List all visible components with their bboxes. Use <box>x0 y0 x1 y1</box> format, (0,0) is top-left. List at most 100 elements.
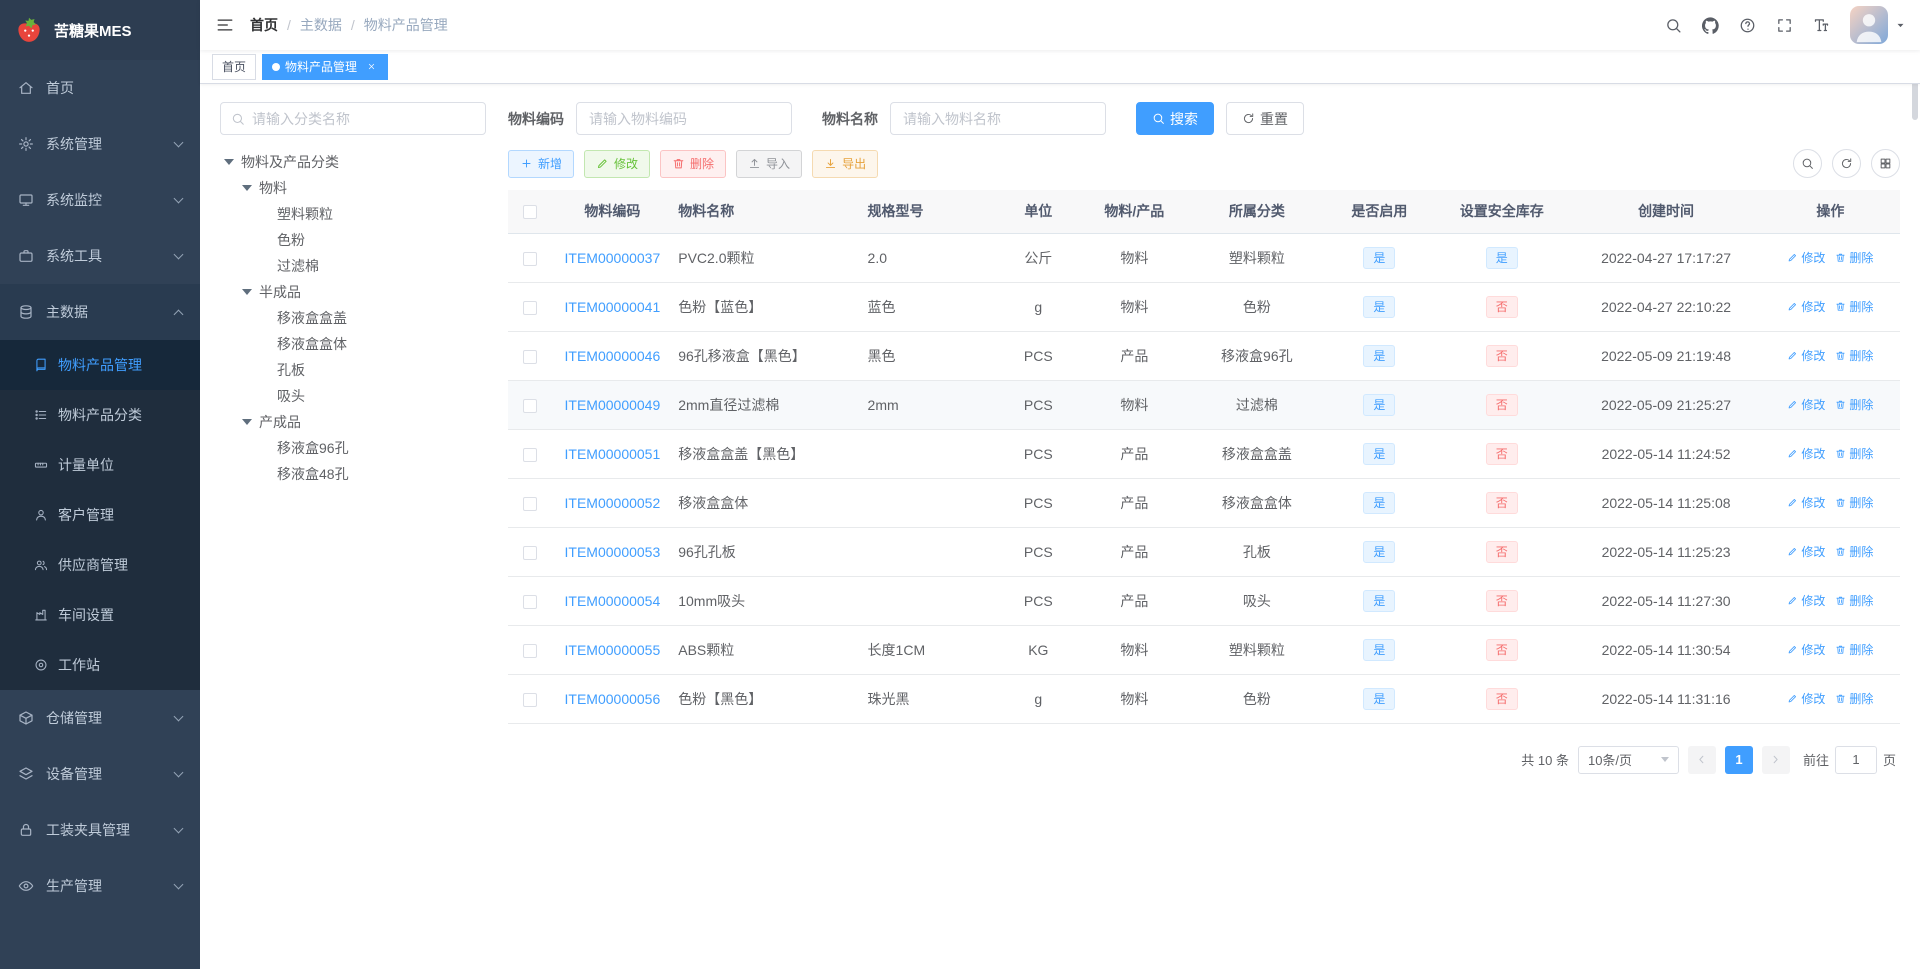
material-code-input[interactable] <box>576 102 792 135</box>
column-settings-button[interactable] <box>1871 149 1900 178</box>
sidebar-item-device-mgmt[interactable]: 设备管理 <box>0 746 200 802</box>
caret-down-icon[interactable] <box>242 185 252 191</box>
breadcrumb-master-data[interactable]: 主数据 <box>300 15 342 35</box>
delete-row-link[interactable]: 删除 <box>1835 445 1873 462</box>
tree-node[interactable]: 孔板 <box>220 357 486 383</box>
row-checkbox[interactable] <box>523 692 538 707</box>
caret-down-icon[interactable] <box>242 289 252 295</box>
sidebar-item-system-mgmt[interactable]: 系统管理 <box>0 116 200 172</box>
row-checkbox[interactable] <box>523 398 538 413</box>
sidebar-item-production-mgmt[interactable]: 生产管理 <box>0 858 200 914</box>
material-code-link[interactable]: ITEM00000053 <box>565 544 661 560</box>
delete-row-link[interactable]: 删除 <box>1835 347 1873 364</box>
tree-node[interactable]: 移液盒48孔 <box>220 461 486 487</box>
row-checkbox[interactable] <box>523 496 538 511</box>
row-checkbox[interactable] <box>523 545 538 560</box>
sidebar-item-system-tools[interactable]: 系统工具 <box>0 228 200 284</box>
tag-material-product-mgmt[interactable]: 物料产品管理 <box>262 53 389 80</box>
tree-node[interactable]: 产成品 <box>220 409 486 435</box>
next-page-button[interactable] <box>1761 745 1790 774</box>
sidebar-item-customer-mgmt[interactable]: 客户管理 <box>0 490 200 540</box>
edit-row-link[interactable]: 修改 <box>1787 543 1825 560</box>
goto-page-input[interactable] <box>1834 745 1877 774</box>
sidebar-item-measure-unit[interactable]: 计量单位 <box>0 440 200 490</box>
tree-node[interactable]: 色粉 <box>220 227 486 253</box>
row-checkbox[interactable] <box>523 349 538 364</box>
edit-button[interactable]: 修改 <box>584 149 651 178</box>
sidebar-item-supplier-mgmt[interactable]: 供应商管理 <box>0 540 200 590</box>
tag-close-button[interactable] <box>364 60 378 74</box>
sidebar-item-workstation[interactable]: 工作站 <box>0 640 200 690</box>
delete-row-link[interactable]: 删除 <box>1835 543 1873 560</box>
category-search-input[interactable] <box>252 110 475 127</box>
select-all-checkbox[interactable] <box>523 205 538 220</box>
edit-row-link[interactable]: 修改 <box>1787 396 1825 413</box>
tag-home[interactable]: 首页 <box>212 53 257 80</box>
delete-row-link[interactable]: 删除 <box>1835 396 1873 413</box>
edit-row-link[interactable]: 修改 <box>1787 298 1825 315</box>
sidebar-item-workshop-settings[interactable]: 车间设置 <box>0 590 200 640</box>
tree-node[interactable]: 移液盒盒盖 <box>220 305 486 331</box>
row-checkbox[interactable] <box>523 447 538 462</box>
delete-button[interactable]: 删除 <box>660 149 727 178</box>
sidebar-item-home[interactable]: 首页 <box>0 60 200 116</box>
material-code-link[interactable]: ITEM00000037 <box>565 250 661 266</box>
user-menu[interactable] <box>1850 6 1906 44</box>
page-size-select[interactable]: 10条/页 <box>1577 745 1679 774</box>
current-page-button[interactable]: 1 <box>1724 745 1753 774</box>
breadcrumb-home[interactable]: 首页 <box>250 15 278 35</box>
caret-down-icon[interactable] <box>242 419 252 425</box>
github-button[interactable] <box>1692 0 1729 50</box>
delete-row-link[interactable]: 删除 <box>1835 592 1873 609</box>
delete-row-link[interactable]: 删除 <box>1835 249 1873 266</box>
tree-node[interactable]: 移液盒96孔 <box>220 435 486 461</box>
tree-node[interactable]: 物料 <box>220 175 486 201</box>
material-code-link[interactable]: ITEM00000049 <box>565 397 661 413</box>
prev-page-button[interactable] <box>1687 745 1716 774</box>
tree-node[interactable]: 物料及产品分类 <box>220 149 486 175</box>
delete-row-link[interactable]: 删除 <box>1835 298 1873 315</box>
material-code-link[interactable]: ITEM00000052 <box>565 495 661 511</box>
material-code-link[interactable]: ITEM00000041 <box>565 299 661 315</box>
delete-row-link[interactable]: 删除 <box>1835 494 1873 511</box>
tree-node[interactable]: 移液盒盒体 <box>220 331 486 357</box>
sidebar-item-warehouse-mgmt[interactable]: 仓储管理 <box>0 690 200 746</box>
material-code-link[interactable]: ITEM00000055 <box>565 642 661 658</box>
app-logo[interactable]: 苦糖果MES <box>0 0 200 60</box>
delete-row-link[interactable]: 删除 <box>1835 690 1873 707</box>
export-button[interactable]: 导出 <box>812 149 879 178</box>
tree-node[interactable]: 半成品 <box>220 279 486 305</box>
refresh-table-button[interactable] <box>1832 149 1861 178</box>
help-button[interactable] <box>1729 0 1766 50</box>
edit-row-link[interactable]: 修改 <box>1787 249 1825 266</box>
material-code-link[interactable]: ITEM00000051 <box>565 446 661 462</box>
search-button[interactable]: 搜索 <box>1136 102 1214 135</box>
sidebar-item-fixture-mgmt[interactable]: 工装夹具管理 <box>0 802 200 858</box>
edit-row-link[interactable]: 修改 <box>1787 592 1825 609</box>
edit-row-link[interactable]: 修改 <box>1787 690 1825 707</box>
font-size-button[interactable] <box>1803 0 1840 50</box>
material-name-input[interactable] <box>890 102 1106 135</box>
import-button[interactable]: 导入 <box>736 149 803 178</box>
sidebar-item-master-data[interactable]: 主数据 <box>0 284 200 340</box>
tree-node[interactable]: 吸头 <box>220 383 486 409</box>
row-checkbox[interactable] <box>523 300 538 315</box>
row-checkbox[interactable] <box>523 251 538 266</box>
sidebar-toggle-button[interactable] <box>200 16 250 34</box>
toggle-search-button[interactable] <box>1793 149 1822 178</box>
sidebar-item-system-monitor[interactable]: 系统监控 <box>0 172 200 228</box>
edit-row-link[interactable]: 修改 <box>1787 641 1825 658</box>
sidebar-item-material-product-category[interactable]: 物料产品分类 <box>0 390 200 440</box>
material-code-link[interactable]: ITEM00000056 <box>565 691 661 707</box>
material-code-link[interactable]: ITEM00000046 <box>565 348 661 364</box>
tree-node[interactable]: 塑料颗粒 <box>220 201 486 227</box>
delete-row-link[interactable]: 删除 <box>1835 641 1873 658</box>
material-code-link[interactable]: ITEM00000054 <box>565 593 661 609</box>
caret-down-icon[interactable] <box>224 159 234 165</box>
fullscreen-button[interactable] <box>1766 0 1803 50</box>
navbar-search-button[interactable] <box>1655 0 1692 50</box>
add-button[interactable]: 新增 <box>508 149 575 178</box>
row-checkbox[interactable] <box>523 643 538 658</box>
sidebar-item-material-product-mgmt[interactable]: 物料产品管理 <box>0 340 200 390</box>
edit-row-link[interactable]: 修改 <box>1787 347 1825 364</box>
